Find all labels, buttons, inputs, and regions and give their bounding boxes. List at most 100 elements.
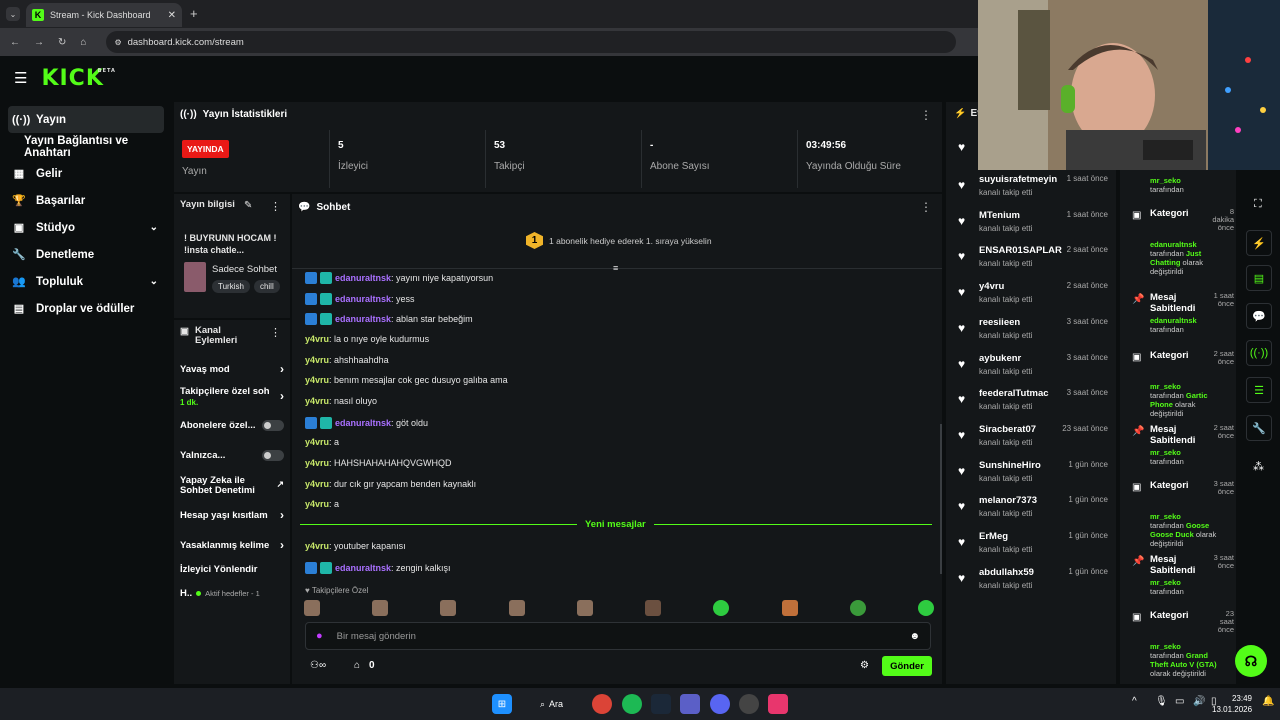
follow-event[interactable]: ♥ reesiieen kanalı takip etti 3 saat önce — [956, 317, 1112, 351]
scrollbar[interactable] — [940, 424, 942, 574]
nav-item-income[interactable]: ▦ Gelir — [0, 160, 172, 187]
chat-button[interactable]: 💬 — [1246, 303, 1272, 329]
home-icon[interactable]: ⌂ — [80, 37, 86, 48]
gift-banner[interactable]: 1 1 abonelik hediye ederek 1. sıraya yük… — [526, 232, 712, 249]
follow-event[interactable]: ♥ ENSAR01SAPLAR kanalı takip etti 2 saat ön… — [956, 245, 1112, 279]
new-tab-icon[interactable]: + — [190, 6, 198, 21]
volume-icon[interactable]: 🔊 — [1193, 696, 1205, 707]
broadcast-button[interactable]: ((·)) — [1246, 340, 1272, 366]
teams-icon[interactable] — [680, 694, 700, 714]
new-messages-label[interactable]: Yeni mesajlar — [577, 519, 654, 530]
chat-username[interactable]: y4vru — [305, 437, 329, 447]
action-followers-only[interactable]: Takipçilere özel soh 1 dk. › — [174, 386, 290, 408]
more-options-icon[interactable]: ⋮ — [920, 200, 932, 214]
emote[interactable] — [849, 600, 866, 616]
follow-event[interactable]: ♥ MTenium kanalı takip etti 1 saat önce — [956, 210, 1112, 244]
back-icon[interactable]: ← — [10, 37, 20, 48]
menu-icon[interactable]: ☰ — [14, 69, 27, 87]
kick-logo[interactable]: KICK BETA — [41, 66, 114, 91]
help-button[interactable]: ☊ — [1235, 645, 1267, 677]
follow-event[interactable]: ♥ aybukenr kanalı takip etti 3 saat önce — [956, 353, 1112, 387]
network-icon[interactable]: ▭ — [1175, 696, 1184, 707]
nav-item-achievements[interactable]: 🏆 Başarılar — [0, 187, 172, 214]
microphone-icon[interactable]: 🎙 — [1155, 696, 1168, 707]
obs-icon[interactable] — [739, 694, 759, 714]
emote[interactable] — [917, 600, 934, 616]
url-field[interactable]: ⚙ dashboard.kick.com/stream — [106, 31, 957, 53]
notification-icon[interactable]: 🔔 — [1262, 696, 1274, 707]
action-subscribers-only[interactable]: Abonelere özel... — [174, 420, 290, 431]
chat-username[interactable]: y4vru — [305, 396, 329, 406]
chat-username[interactable]: edanuraltnsk — [335, 273, 391, 283]
chat-username[interactable]: edanuraltnsk — [335, 314, 391, 324]
emote[interactable] — [781, 600, 798, 616]
action-account-age[interactable]: Hesap yaşı kısıtlam › — [174, 508, 290, 522]
action-only[interactable]: Yalnızca... — [174, 450, 290, 461]
notes-button[interactable]: ▤ — [1246, 265, 1272, 291]
fullscreen-icon[interactable]: ⛶ — [1254, 198, 1262, 211]
toggle-switch[interactable] — [262, 420, 284, 431]
emoji-icon[interactable]: ☻ — [909, 631, 920, 642]
chat-username[interactable]: y4vru — [305, 541, 329, 551]
chat-username[interactable]: y4vru — [305, 458, 329, 468]
action-banned-words[interactable]: Yasaklanmış kelime › — [174, 538, 290, 552]
chat-settings-icon[interactable]: ⚙ — [860, 660, 869, 671]
action-raid[interactable]: İzleyici Yönlendir — [174, 564, 290, 575]
emote[interactable] — [645, 600, 662, 616]
nav-item-community[interactable]: 👥 Topluluk ⌄ — [0, 268, 172, 295]
nav-item-stream[interactable]: ((·)) Yayın — [8, 106, 164, 133]
chat-username[interactable]: y4vru — [305, 479, 329, 489]
chrome-icon[interactable] — [592, 694, 612, 714]
follow-event[interactable]: ♥ SunshineHiro kanalı takip etti 1 gün önce — [956, 460, 1112, 494]
spotify-icon[interactable] — [622, 694, 642, 714]
chat-username[interactable]: y4vru — [305, 355, 329, 365]
browser-tab[interactable]: K Stream - Kick Dashboard ✕ — [26, 3, 182, 27]
bolt-button[interactable]: ⚡ — [1246, 230, 1272, 256]
panels-button[interactable]: ☰ — [1246, 377, 1272, 403]
close-tab-icon[interactable]: ✕ — [168, 10, 176, 21]
chat-username[interactable]: y4vru — [305, 375, 329, 385]
follow-event[interactable]: ♥ ErMeg kanalı takip etti 1 gün önce — [956, 531, 1112, 565]
follow-event[interactable]: ♥ y4vru kanalı takip etti 2 saat önce — [956, 281, 1112, 315]
pin-collapse-icon[interactable]: ≡ — [613, 263, 618, 273]
nav-item-drops[interactable]: ▤ Droplar ve ödüller — [0, 295, 172, 322]
more-options-icon[interactable]: ⋮ — [270, 200, 281, 213]
chat-username[interactable]: y4vru — [305, 334, 329, 344]
category-name[interactable]: Sadece Sohbet — [212, 264, 277, 275]
chat-username[interactable]: edanuraltnsk — [335, 563, 391, 573]
emote[interactable] — [440, 600, 457, 616]
clock[interactable]: 23:49 13.01.2026 — [1212, 693, 1252, 715]
emote[interactable] — [576, 600, 593, 616]
emote[interactable] — [304, 600, 320, 616]
chat-username[interactable]: edanuraltnsk — [335, 294, 391, 304]
nav-item-studio[interactable]: ▣ Stüdyo ⌄ — [0, 214, 172, 241]
follow-event[interactable]: ♥ melanor7373 kanalı takip etti 1 gün önce — [956, 495, 1112, 529]
tag[interactable]: Turkish — [212, 280, 250, 293]
action-slow-mode[interactable]: Yavaş mod › — [174, 362, 290, 376]
steam-icon[interactable] — [651, 694, 671, 714]
action-ai-moderation[interactable]: Yapay Zeka ile Sohbet Denetimi ↗ — [174, 476, 290, 496]
tab-list-icon[interactable]: ⌄ — [6, 7, 20, 21]
add-widget-icon[interactable]: ⁂ — [1253, 460, 1264, 473]
chat-input[interactable]: ● Bir mesaj gönderin ☻ — [305, 622, 931, 650]
follow-event[interactable]: ♥ feederalTutmac kanalı takip etti 3 saat ö… — [956, 388, 1112, 422]
emote[interactable] — [508, 600, 525, 616]
microphone-icon[interactable]: ● — [316, 630, 323, 642]
forward-icon[interactable]: → — [34, 37, 44, 48]
tray-chevron-icon[interactable]: ^ — [1132, 696, 1137, 707]
more-options-icon[interactable]: ⋮ — [270, 326, 281, 339]
community-goals-icon[interactable]: ⚇∞ — [310, 660, 326, 671]
chat-username[interactable]: edanuraltnsk — [335, 418, 391, 428]
more-options-icon[interactable]: ⋮ — [920, 108, 932, 122]
send-button[interactable]: Gönder — [882, 656, 932, 676]
discord-icon[interactable] — [710, 694, 730, 714]
site-info-icon[interactable]: ⚙ — [114, 38, 121, 47]
capture-app-icon[interactable] — [768, 694, 788, 714]
edit-icon[interactable]: ✎ — [244, 200, 252, 211]
chat-username[interactable]: y4vru — [305, 499, 329, 509]
follow-event[interactable]: ♥ Siracberat07 kanalı takip etti 23 saat ön… — [956, 424, 1112, 458]
emote[interactable] — [372, 600, 389, 616]
tag[interactable]: chill — [253, 280, 280, 293]
toggle-switch[interactable] — [262, 450, 284, 461]
taskbar-search[interactable]: ⌕ Ara — [532, 694, 571, 714]
